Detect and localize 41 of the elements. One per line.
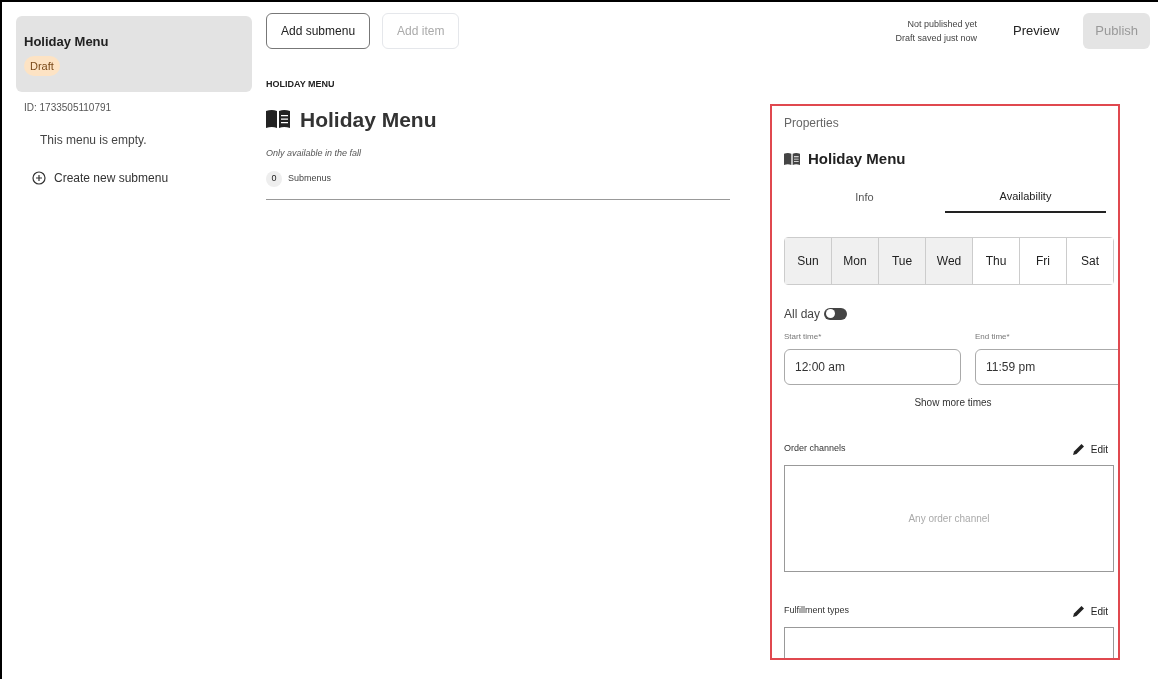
menu-card[interactable]: Holiday Menu Draft	[16, 16, 252, 92]
day-toggle[interactable]: Mon	[831, 237, 878, 284]
create-submenu-link[interactable]: Create new submenu	[54, 169, 169, 187]
count-label: Submenus	[288, 171, 332, 185]
tab[interactable]: Availability	[945, 182, 1106, 213]
section-label: Fulfillment types	[784, 604, 850, 618]
pencil-icon	[1072, 443, 1085, 455]
panel-title: Holiday Menu	[808, 149, 906, 169]
time-field[interactable]: 11:59 pm	[975, 348, 1118, 385]
all-day-switch[interactable]	[824, 307, 848, 320]
edit-button[interactable]: Edit	[1072, 441, 1108, 457]
menu-title: Holiday Menu	[24, 33, 110, 51]
toolbar-button[interactable]: Add submenu	[266, 13, 371, 49]
book-icon	[784, 152, 800, 167]
tab[interactable]: Info	[784, 182, 945, 213]
save-status: Draft saved just now	[895, 32, 978, 45]
field-label: End time*	[975, 330, 1011, 343]
count-badge: 0	[266, 170, 282, 187]
save-status: Not published yet	[907, 18, 978, 31]
day-toggle[interactable]: Sun	[785, 237, 831, 284]
day-toggle[interactable]: Sat	[1066, 237, 1113, 284]
menu-id: ID: 1733505110791	[24, 101, 113, 115]
edit-button[interactable]: Edit	[1072, 603, 1108, 619]
section-label: Order channels	[784, 442, 846, 456]
selection-box: Any order channel	[784, 464, 1114, 572]
time-field[interactable]: 12:00 am	[784, 348, 961, 385]
all-day-label: All day	[784, 305, 821, 323]
day-toggle[interactable]: Wed	[925, 237, 972, 284]
day-toggle[interactable]: Tue	[878, 237, 925, 284]
breadcrumb: HOLIDAY MENU	[266, 78, 336, 91]
page-title: Holiday Menu	[300, 106, 437, 133]
empty-message: This menu is empty.	[40, 132, 148, 149]
pencil-icon	[1072, 605, 1085, 617]
preview-button[interactable]: Preview	[1005, 13, 1068, 49]
status-badge: Draft	[24, 55, 60, 76]
show-more-button[interactable]: Show more times	[914, 394, 992, 410]
field-label: Start time*	[784, 330, 823, 343]
book-icon	[266, 109, 290, 130]
panel-heading: Properties	[784, 115, 840, 132]
add-icon	[32, 171, 46, 185]
menu-description: Only available in the fall	[266, 147, 363, 160]
